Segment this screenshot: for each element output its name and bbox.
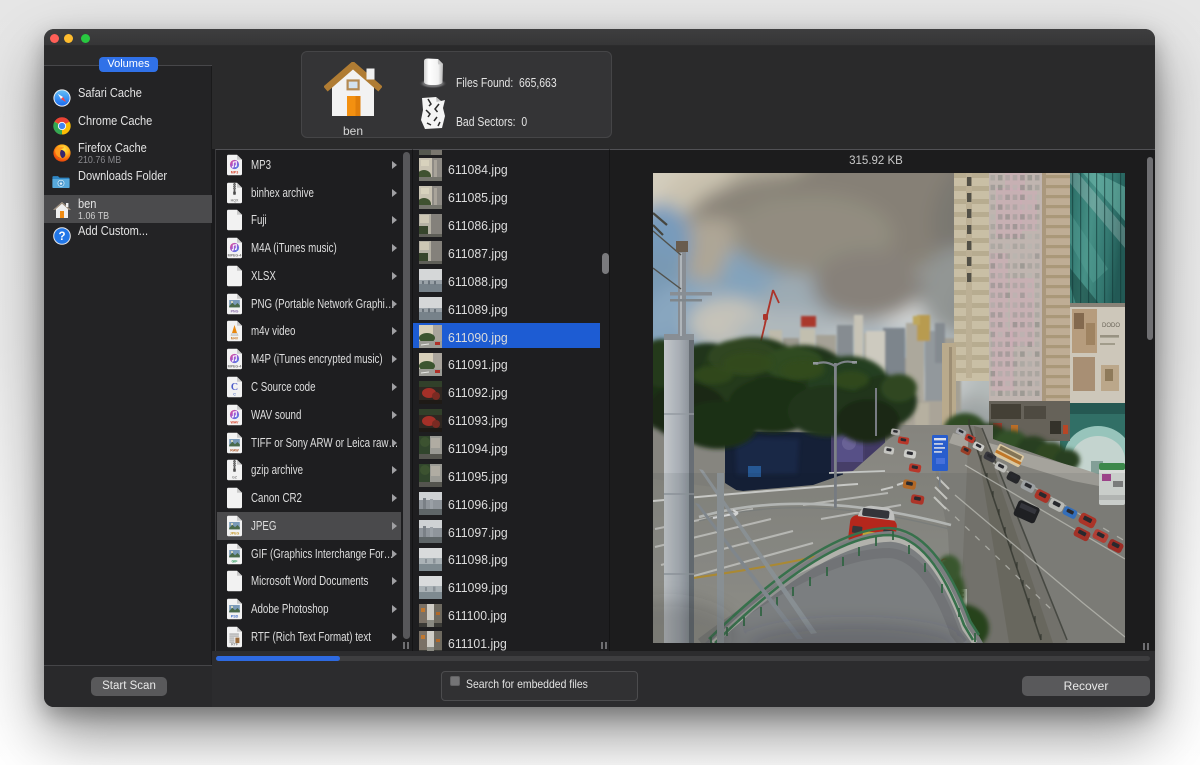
svg-text:M4V: M4V: [231, 337, 239, 341]
svg-text:?: ?: [58, 231, 65, 243]
svg-text:RAW: RAW: [230, 448, 239, 452]
svg-text:MPEG-4: MPEG-4: [228, 254, 242, 258]
svg-text:RTF: RTF: [231, 642, 239, 646]
svg-text:C: C: [231, 382, 238, 393]
svg-text:GIF: GIF: [232, 559, 239, 563]
svg-text:C: C: [233, 393, 236, 397]
svg-text:HQX: HQX: [231, 198, 239, 202]
svg-text:WAV: WAV: [231, 420, 240, 424]
svg-text:MP3: MP3: [231, 170, 238, 174]
svg-text:GZ: GZ: [232, 476, 238, 480]
svg-text:PNG: PNG: [231, 309, 239, 313]
svg-text:JPEG: JPEG: [230, 531, 240, 535]
svg-text:MPEG-4: MPEG-4: [228, 365, 242, 369]
svg-text:PSD: PSD: [231, 615, 239, 619]
